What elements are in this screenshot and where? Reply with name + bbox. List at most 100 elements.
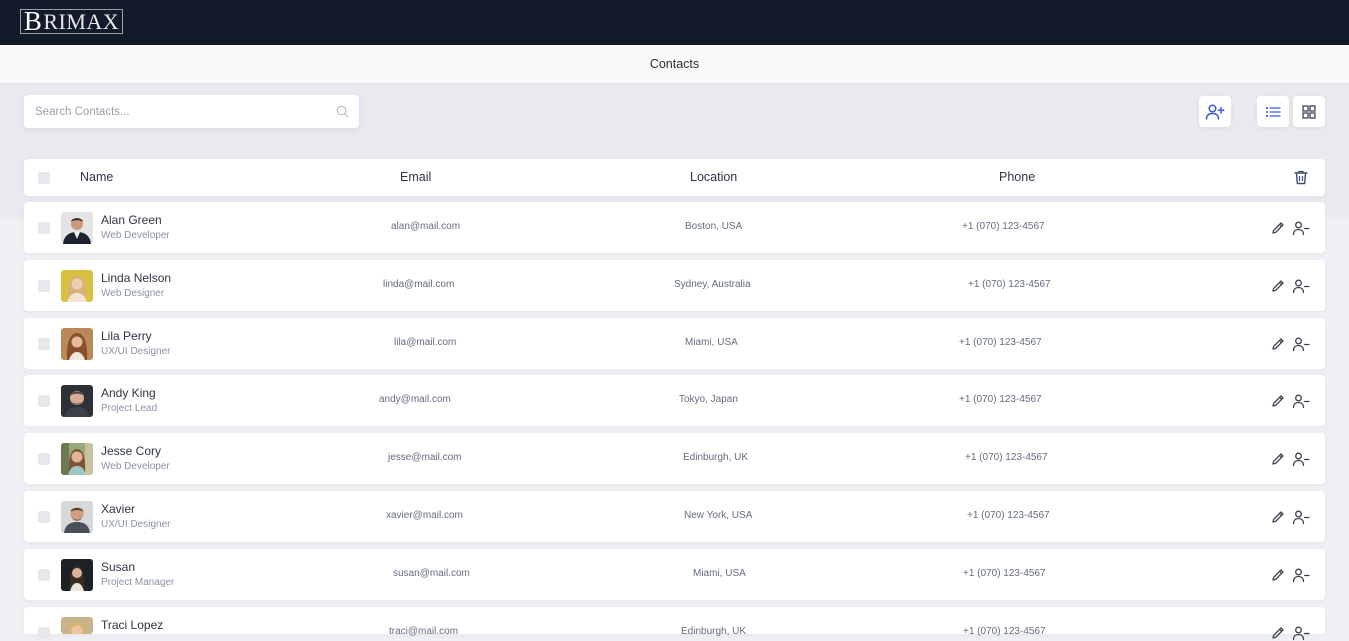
header-phone[interactable]: Phone — [999, 170, 1035, 184]
edit-icon[interactable] — [1270, 220, 1286, 236]
search-icon[interactable] — [336, 105, 349, 118]
table-header: Name Email Location Phone — [24, 159, 1325, 196]
contact-row[interactable]: Andy King Project Lead andy@mail.com Tok… — [24, 375, 1325, 426]
contact-email: traci@mail.com — [389, 626, 459, 637]
contact-email: linda@mail.com — [383, 279, 455, 290]
edit-icon[interactable] — [1270, 625, 1286, 641]
contact-email: susan@mail.com — [393, 568, 470, 579]
contact-row[interactable]: Susan Project Manager susan@mail.com Mia… — [24, 549, 1325, 600]
row-checkbox[interactable] — [38, 395, 50, 407]
contact-role: UX/UI Designer — [101, 519, 171, 530]
contact-location: Boston, USA — [685, 221, 743, 232]
contact-row[interactable]: Linda Nelson Web Designer linda@mail.com… — [24, 260, 1325, 311]
page-title-bar: Contacts — [0, 45, 1349, 84]
contact-phone: +1 (070) 123-4567 — [959, 394, 1042, 405]
contact-phone: +1 (070) 123-4567 — [963, 568, 1046, 579]
row-checkbox[interactable] — [38, 338, 50, 350]
contact-email: xavier@mail.com — [386, 510, 463, 521]
header-location[interactable]: Location — [690, 170, 737, 184]
remove-contact-icon[interactable] — [1292, 220, 1310, 236]
contact-location: New York, USA — [684, 510, 753, 521]
avatar — [61, 443, 93, 475]
contact-email: lila@mail.com — [394, 337, 457, 348]
remove-contact-icon[interactable] — [1292, 278, 1310, 294]
avatar — [61, 501, 93, 533]
contact-role: UX/UI Designer — [101, 346, 171, 357]
contact-name: Alan Green — [101, 213, 162, 227]
contact-location: Edinburgh, UK — [681, 626, 747, 637]
header-email[interactable]: Email — [400, 170, 431, 184]
list-view-button[interactable] — [1257, 96, 1289, 127]
contact-phone: +1 (070) 123-4567 — [965, 452, 1048, 463]
contact-name: Jesse Cory — [101, 444, 162, 458]
contact-phone: +1 (070) 123-4567 — [959, 337, 1042, 348]
contact-location: Sydney, Australia — [674, 279, 751, 290]
edit-icon[interactable] — [1270, 393, 1286, 409]
avatar — [61, 385, 93, 417]
row-checkbox[interactable] — [38, 453, 50, 465]
contact-name: Susan — [101, 560, 136, 574]
row-checkbox[interactable] — [38, 627, 50, 639]
contact-phone: +1 (070) 123-4567 — [967, 510, 1050, 521]
page-title: Contacts — [649, 57, 700, 71]
list-view-icon — [1266, 106, 1281, 117]
select-all-checkbox[interactable] — [38, 172, 50, 184]
contact-phone: +1 (070) 123-4567 — [968, 279, 1051, 290]
contact-location: Tokyo, Japan — [679, 394, 738, 405]
row-checkbox[interactable] — [38, 280, 50, 292]
search-box — [24, 95, 359, 128]
edit-icon[interactable] — [1270, 509, 1286, 525]
contact-row[interactable]: Lila Perry UX/UI Designer lila@mail.com … — [24, 318, 1325, 369]
contact-role: Web Developer — [101, 230, 170, 241]
avatar — [61, 559, 93, 591]
row-checkbox[interactable] — [38, 511, 50, 523]
avatar — [61, 328, 93, 360]
avatar — [61, 617, 93, 634]
top-navbar: B RIMAX — [0, 0, 1349, 45]
logo-text: RIMAX — [43, 8, 120, 34]
delete-icon[interactable] — [1293, 169, 1309, 185]
contact-row[interactable]: Traci Lopez traci@mail.com Edinburgh, UK… — [24, 607, 1325, 641]
contact-name: Linda Nelson — [101, 271, 172, 285]
add-contact-icon — [1205, 103, 1225, 120]
contact-email: andy@mail.com — [379, 394, 451, 405]
row-checkbox[interactable] — [38, 569, 50, 581]
contact-name: Xavier — [101, 502, 136, 516]
contact-role: Project Lead — [101, 403, 158, 414]
avatar — [61, 270, 93, 302]
remove-contact-icon[interactable] — [1292, 509, 1310, 525]
contact-email: alan@mail.com — [391, 221, 461, 232]
logo-initial: B — [23, 6, 43, 36]
remove-contact-icon[interactable] — [1292, 393, 1310, 409]
contact-email: jesse@mail.com — [388, 452, 462, 463]
contact-name: Lila Perry — [101, 329, 152, 343]
edit-icon[interactable] — [1270, 451, 1286, 467]
contact-phone: +1 (070) 123-4567 — [962, 221, 1045, 232]
grid-view-icon — [1302, 104, 1316, 119]
contact-role: Project Manager — [101, 577, 175, 588]
add-contact-button[interactable] — [1199, 96, 1231, 127]
remove-contact-icon[interactable] — [1292, 336, 1310, 352]
edit-icon[interactable] — [1270, 278, 1286, 294]
contact-name: Andy King — [101, 386, 156, 400]
edit-icon[interactable] — [1270, 336, 1286, 352]
contact-phone: +1 (070) 123-4567 — [963, 626, 1046, 637]
row-checkbox[interactable] — [38, 222, 50, 234]
search-input[interactable] — [24, 95, 325, 128]
contact-name: Traci Lopez — [101, 618, 164, 632]
brand-logo[interactable]: B RIMAX — [20, 6, 123, 36]
contact-location: Miami, USA — [693, 568, 746, 579]
contact-location: Miami, USA — [685, 337, 738, 348]
edit-icon[interactable] — [1270, 567, 1286, 583]
contact-role: Web Developer — [101, 461, 170, 472]
remove-contact-icon[interactable] — [1292, 567, 1310, 583]
contact-row[interactable]: Jesse Cory Web Developer jesse@mail.com … — [24, 433, 1325, 484]
remove-contact-icon[interactable] — [1292, 625, 1310, 641]
contact-role: Web Designer — [101, 288, 165, 299]
remove-contact-icon[interactable] — [1292, 451, 1310, 467]
grid-view-button[interactable] — [1293, 96, 1325, 127]
header-name[interactable]: Name — [80, 170, 113, 184]
contact-row[interactable]: Alan Green Web Developer alan@mail.com B… — [24, 202, 1325, 253]
contact-row[interactable]: Xavier UX/UI Designer xavier@mail.com Ne… — [24, 491, 1325, 542]
avatar — [61, 212, 93, 244]
